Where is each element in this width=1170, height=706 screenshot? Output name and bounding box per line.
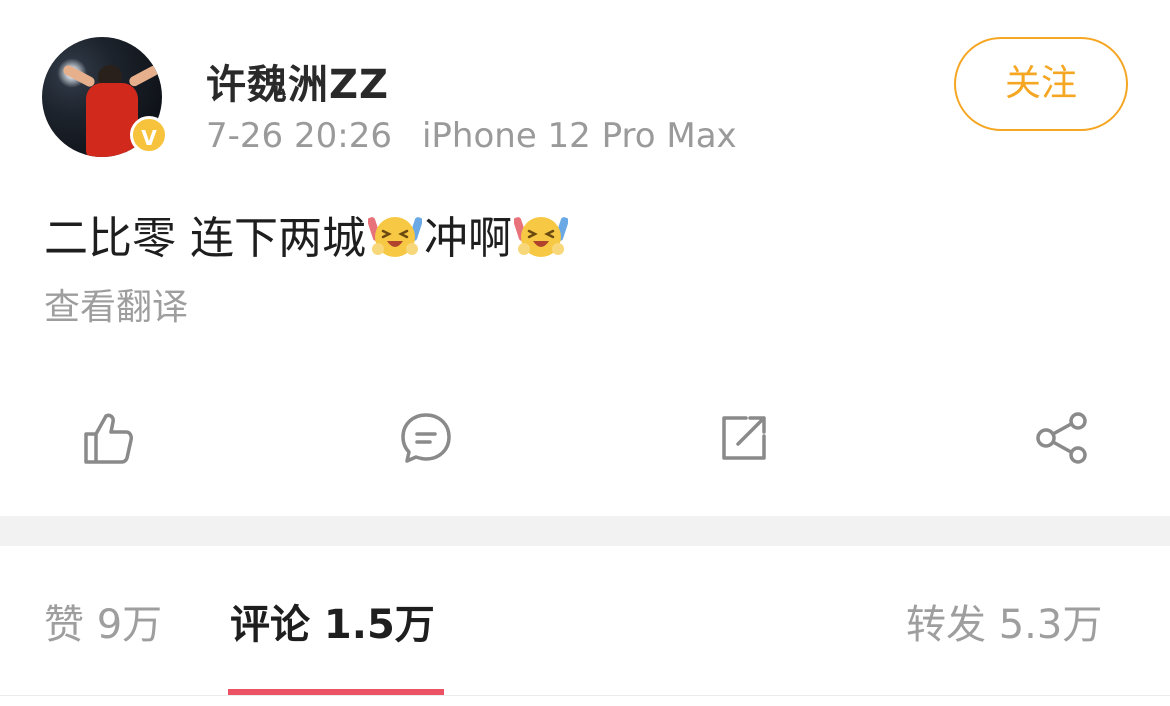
avatar-figure-body — [86, 83, 138, 157]
post-timestamp: 7-26 20:26 — [206, 116, 392, 156]
squint-laugh-emoji-icon — [514, 217, 568, 257]
share-icon[interactable] — [1034, 410, 1090, 466]
repost-icon[interactable] — [716, 410, 772, 466]
post-text: 二比零 连下两城 冲啊 — [44, 202, 570, 266]
follow-button[interactable]: 关注 — [954, 37, 1128, 131]
post-device: iPhone 12 Pro Max — [421, 116, 737, 156]
translate-link[interactable]: 查看翻译 — [44, 278, 188, 330]
tab-reposts[interactable]: 转发 5.3万 — [906, 592, 1102, 650]
avatar-figure-arm — [127, 64, 161, 88]
thumbs-up-icon[interactable] — [80, 410, 136, 466]
tab-likes[interactable]: 赞 9万 — [44, 592, 162, 650]
verified-badge-icon: V — [130, 116, 168, 154]
post-meta: 7-26 20:26 iPhone 12 Pro Max — [206, 116, 737, 156]
avatar-figure-arm — [61, 63, 97, 89]
post-text-part2: 冲啊 — [424, 213, 512, 264]
squint-laugh-emoji-icon — [368, 217, 422, 257]
tab-comments[interactable]: 评论 1.5万 — [230, 592, 435, 650]
post-text-part1: 二比零 连下两城 — [44, 213, 366, 264]
comment-icon[interactable] — [398, 410, 454, 466]
tab-bar-border — [0, 695, 1170, 696]
section-divider — [0, 516, 1170, 546]
username[interactable]: 许魏洲ZZ — [206, 52, 389, 110]
